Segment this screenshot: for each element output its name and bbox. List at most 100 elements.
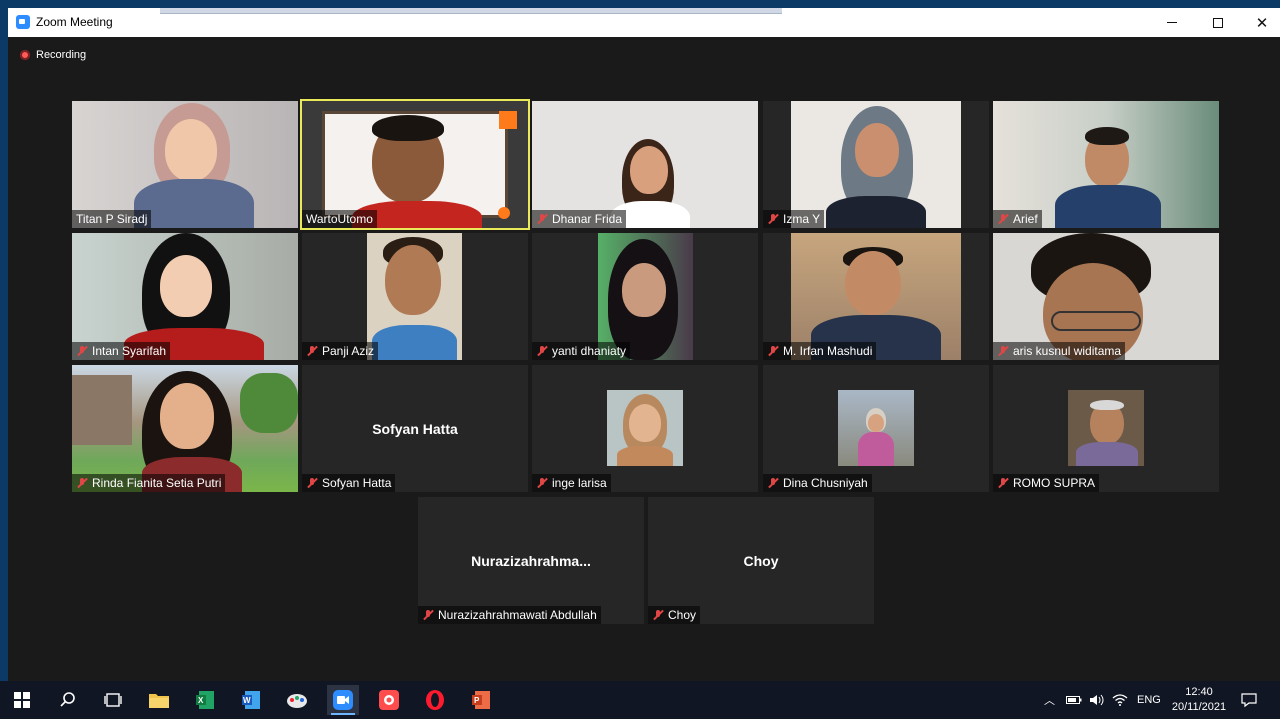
minimize-icon xyxy=(1167,22,1177,23)
participant-display-name: Sofyan Hatta xyxy=(372,420,458,437)
participant-video xyxy=(598,233,693,360)
excel-button[interactable]: X xyxy=(189,685,221,715)
zoom-icon xyxy=(333,690,353,710)
search-icon xyxy=(60,692,75,707)
mic-muted-icon xyxy=(997,345,1009,357)
mic-muted-icon xyxy=(76,477,88,489)
start-icon xyxy=(14,692,30,708)
search-button[interactable] xyxy=(52,685,84,715)
participant-tile-profile-photo[interactable]: ROMO SUPRA xyxy=(993,365,1219,492)
word-icon: W xyxy=(242,691,260,709)
file-explorer-button[interactable] xyxy=(143,685,175,715)
opera-button[interactable] xyxy=(419,685,451,715)
participant-tile-video-off[interactable]: Sofyan Hatta Sofyan Hatta xyxy=(302,365,528,492)
participant-name: yanti dhaniaty xyxy=(552,344,627,358)
start-button[interactable] xyxy=(6,685,38,715)
task-view-button[interactable] xyxy=(97,685,129,715)
svg-text:X: X xyxy=(198,696,204,705)
participant-tile[interactable]: Arief xyxy=(993,101,1219,228)
profile-photo xyxy=(1068,390,1144,466)
opera-icon xyxy=(426,690,444,710)
participant-name: M. Irfan Mashudi xyxy=(783,344,873,358)
close-button[interactable]: ✕ xyxy=(1240,8,1280,37)
participant-name-label: Sofyan Hatta xyxy=(302,474,396,492)
participant-name-label: Izma Y xyxy=(763,210,825,228)
participant-tile[interactable]: Panji Aziz xyxy=(302,233,528,360)
participant-name-label: Choy xyxy=(648,606,701,624)
participant-tile[interactable]: Dhanar Frida xyxy=(532,101,758,228)
paint-icon xyxy=(287,694,307,708)
powerpoint-button[interactable]: P xyxy=(465,685,497,715)
paint-button[interactable] xyxy=(281,685,313,715)
mic-muted-icon xyxy=(652,609,664,621)
participant-name: Sofyan Hatta xyxy=(322,476,392,490)
participant-name-label: Dina Chusniyah xyxy=(763,474,872,492)
participant-name: Panji Aziz xyxy=(322,344,375,358)
chevron-up-icon: ︿ xyxy=(1044,695,1055,707)
minimize-button[interactable] xyxy=(1150,8,1194,37)
volume-icon xyxy=(1090,694,1104,706)
taskbar-clock[interactable]: 12:40 20/11/2021 xyxy=(1168,685,1230,715)
participant-tile-active-speaker[interactable]: WartoUtomo xyxy=(300,99,530,230)
excel-icon: X xyxy=(196,691,214,709)
notifications-button[interactable] xyxy=(1241,681,1257,719)
participant-name-label: Rinda Fianita Setia Putri xyxy=(72,474,226,492)
participant-video xyxy=(791,101,961,228)
participant-name-label: WartoUtomo xyxy=(302,210,377,228)
participant-name: Choy xyxy=(668,608,697,622)
clock-time: 12:40 xyxy=(1185,686,1213,698)
battery-tray-button[interactable] xyxy=(1066,681,1082,719)
participant-video xyxy=(993,233,1219,360)
participant-tile[interactable]: yanti dhaniaty xyxy=(532,233,758,360)
language-indicator[interactable]: ENG xyxy=(1137,681,1161,719)
participant-video xyxy=(72,101,298,228)
recording-indicator[interactable]: Recording xyxy=(20,49,86,61)
participant-name: Titan P Siradj xyxy=(76,212,148,226)
close-icon: ✕ xyxy=(1255,14,1269,32)
participant-name-label: Titan P Siradj xyxy=(72,210,152,228)
background-window-strip xyxy=(160,8,782,14)
profile-photo xyxy=(838,390,914,466)
participant-tile[interactable]: Intan Syarifah xyxy=(72,233,298,360)
participant-tile-video-off[interactable]: Nurazizahrahma... Nurazizahrahmawati Abd… xyxy=(418,497,644,624)
participant-video xyxy=(532,101,758,228)
recording-icon xyxy=(20,50,30,60)
participant-name: Rinda Fianita Setia Putri xyxy=(92,476,222,490)
participant-tile[interactable]: aris kusnul widitama xyxy=(993,233,1219,360)
notification-icon xyxy=(1241,693,1257,708)
participant-name: Intan Syarifah xyxy=(92,344,167,358)
show-hidden-icons-button[interactable]: ︿ xyxy=(1044,681,1055,719)
participant-name-label: Panji Aziz xyxy=(302,342,379,360)
participant-name: Dhanar Frida xyxy=(552,212,623,226)
participant-tile[interactable]: Titan P Siradj xyxy=(72,101,298,228)
mic-muted-icon xyxy=(306,345,318,357)
participant-tile-profile-photo[interactable]: Dina Chusniyah xyxy=(763,365,989,492)
network-tray-button[interactable] xyxy=(1112,681,1128,719)
participant-tile[interactable]: M. Irfan Mashudi xyxy=(763,233,989,360)
participant-name-label: inge larisa xyxy=(532,474,611,492)
recording-label: Recording xyxy=(36,49,87,61)
participant-tile-video-off[interactable]: Choy Choy xyxy=(648,497,874,624)
participant-video xyxy=(791,233,961,360)
mic-muted-icon xyxy=(536,345,548,357)
mic-muted-icon xyxy=(767,345,779,357)
zoom-taskbar-button[interactable] xyxy=(327,685,359,715)
volume-tray-button[interactable] xyxy=(1089,681,1105,719)
mic-muted-icon xyxy=(536,477,548,489)
participant-name-label: Nurazizahrahmawati Abdullah xyxy=(418,606,601,624)
title-bar: Zoom Meeting ✕ xyxy=(8,8,1280,37)
participant-video xyxy=(302,101,528,228)
participant-tile[interactable]: Izma Y xyxy=(763,101,989,228)
participant-tile-profile-photo[interactable]: inge larisa xyxy=(532,365,758,492)
svg-text:P: P xyxy=(474,696,480,705)
participant-name: inge larisa xyxy=(552,476,607,490)
maximize-button[interactable] xyxy=(1196,8,1240,37)
participant-name: ROMO SUPRA xyxy=(1013,476,1096,490)
task-view-icon xyxy=(104,693,122,707)
window-title: Zoom Meeting xyxy=(36,15,113,29)
participant-tile[interactable]: Rinda Fianita Setia Putri xyxy=(72,365,298,492)
word-button[interactable]: W xyxy=(235,685,267,715)
mic-muted-icon xyxy=(767,213,779,225)
screen-recorder-button[interactable] xyxy=(373,685,405,715)
participant-name-label: Dhanar Frida xyxy=(532,210,627,228)
